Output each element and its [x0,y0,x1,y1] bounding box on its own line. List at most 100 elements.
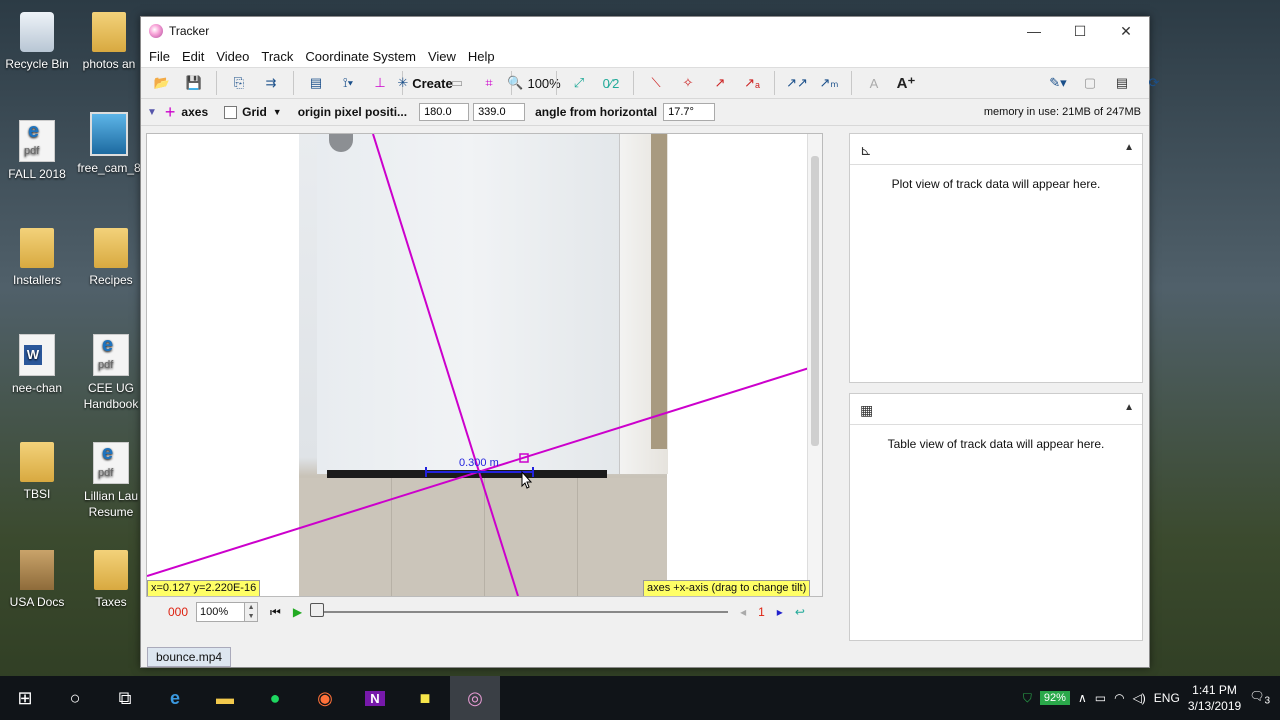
origin-x-field[interactable] [419,103,470,121]
task-view-icon[interactable]: ⧉ [100,676,150,720]
menu-view[interactable]: View [422,49,462,64]
desktop-icon-usa-docs[interactable]: USA Docs [2,550,72,610]
collapse-icon[interactable]: ▲ [1124,402,1134,413]
menu-video[interactable]: Video [210,49,255,64]
frame-counter[interactable]: 000 [168,605,188,619]
trace-icon[interactable]: ⤢ [564,71,594,95]
start-windows-icon[interactable]: ⊞ [0,676,50,720]
font-larger-icon[interactable]: A⁺ [891,71,921,95]
open-video-icon[interactable]: ⎘ [224,71,254,95]
language-indicator[interactable]: ENG [1154,691,1180,705]
box-icon [20,550,54,590]
vector-stretch-icon[interactable]: ↗ₘ [814,71,844,95]
velocity-icon[interactable]: ↗ [705,71,735,95]
video-scrollbar[interactable] [807,134,822,596]
axes-dropdown-icon[interactable]: ▼ [147,107,157,118]
chevron-up-icon[interactable]: ∧ [1078,691,1087,705]
menu-edit[interactable]: Edit [176,49,210,64]
axes-x-axis[interactable] [147,363,822,577]
rate-spinner[interactable]: ▲ ▼ [245,602,259,622]
menu-coordinate-system[interactable]: Coordinate System [299,49,422,64]
step-forward-button[interactable]: ▸ [777,605,783,619]
coords-readout: x=0.127 y=2.220E-16 [147,580,261,596]
frame-slider[interactable] [310,603,729,621]
grid-checkbox[interactable] [224,105,238,119]
onenote-icon[interactable]: N [350,676,400,720]
origin-y-field[interactable] [473,103,526,121]
reset-button[interactable]: ⏮ [270,605,281,620]
font-smaller-icon[interactable]: A [859,71,889,95]
refresh-icon[interactable]: ⟳ [1139,71,1169,95]
open-icon[interactable]: 📂 [147,71,177,95]
scroll-thumb[interactable] [811,156,819,446]
autotracker-icon[interactable]: ⌗ [474,71,504,95]
export-icon[interactable]: ⇉ [256,71,286,95]
angle-field[interactable] [663,103,716,121]
menu-help[interactable]: Help [462,49,501,64]
search-icon[interactable]: ○ [50,676,100,720]
tracker-taskbar-icon[interactable]: ◎ [450,676,500,720]
desktop-icon-nee-chan[interactable]: W nee-chan [2,334,72,396]
axes-y-axis[interactable] [372,134,519,596]
drawing-pen-icon[interactable]: ✎▾ [1043,71,1073,95]
desktop-icon-label: TBSI [23,487,51,501]
video-file-tab[interactable]: bounce.mp4 [147,647,232,667]
grid-dropdown-icon[interactable]: ▼ [273,107,282,117]
desktop-icon-taxes[interactable]: Taxes [76,550,146,610]
axes-tool-icon[interactable]: ⊥ [365,71,395,95]
desktop-icon-resume[interactable]: e pdf Lillian Lau Resume [76,442,146,520]
menu-file[interactable]: File [143,49,176,64]
file-explorer-icon[interactable]: ▬ [200,676,250,720]
desktop-icon-recycle-bin[interactable]: Recycle Bin [2,12,72,72]
play-button[interactable]: ▶ [293,605,302,619]
track-control-icon[interactable]: ▭ [442,71,472,95]
slider-knob[interactable] [310,603,325,617]
firefox-icon[interactable]: ◉ [300,676,350,720]
desktop-icon-label: nee-chan [11,381,63,395]
wifi-icon[interactable]: ◠ [1114,691,1124,705]
path-icon[interactable]: ⟍ [641,71,671,95]
collapse-icon[interactable]: ▲ [1124,142,1134,153]
desktop-icon-cee-handbook[interactable]: e pdf CEE UG Handbook [76,334,146,412]
shield-icon[interactable]: ⛉ [1023,691,1032,706]
notes-icon[interactable]: ▢ [1075,71,1105,95]
loop-icon[interactable]: ↩ [795,605,805,619]
desktop-icon-recipes[interactable]: Recipes [76,228,146,288]
save-icon[interactable]: 💾 [179,71,209,95]
toolbar-divider [293,71,294,95]
step-back-button[interactable]: ◂ [740,605,746,619]
calibration-tool-icon[interactable]: ⟟▾ [333,71,363,95]
clip-settings-icon[interactable]: ▤ [301,71,331,95]
spotify-icon[interactable]: ● [250,676,300,720]
plot-panel-header[interactable]: ⊾ ▲ [850,134,1142,165]
battery-icon[interactable]: ▭ [1095,691,1106,705]
battery-indicator[interactable]: 92% [1039,691,1070,705]
notification-icon[interactable]: 🗨3 [1249,689,1270,706]
step-size[interactable]: 1 [758,605,765,619]
desktop-icon-photos[interactable]: photos an [74,12,144,72]
minimize-button[interactable]: — [1011,17,1057,45]
desktop-icon-tbsi[interactable]: TBSI [2,442,72,502]
menu-list-icon[interactable]: ▤ [1107,71,1137,95]
desktop-icon-installers[interactable]: Installers [2,228,72,288]
clock[interactable]: 1:41 PM 3/13/2019 [1188,682,1241,714]
position-label-icon[interactable]: 0⁄2 [596,71,626,95]
table-panel-header[interactable]: ▦ ▲ [850,394,1142,425]
acceleration-icon[interactable]: ↗ₐ [737,71,767,95]
zoom-icon[interactable]: 🔍 100% [507,71,560,95]
edge-icon[interactable]: e [150,676,200,720]
volume-icon[interactable]: ◁) [1133,691,1146,705]
maximize-button[interactable]: ☐ [1057,17,1103,45]
clock-time: 1:41 PM [1192,683,1237,697]
desktop-icon-free-cam[interactable]: free_cam_8 [74,112,144,176]
sticky-notes-icon[interactable]: ■ [400,676,450,720]
create-button[interactable]: ✳Create [397,71,452,95]
desktop-icon-fall-2018[interactable]: e pdf FALL 2018 [2,120,72,182]
close-button[interactable]: ✕ [1103,17,1149,45]
title-bar[interactable]: Tracker — ☐ ✕ [141,17,1149,45]
mark-icon[interactable]: ✧ [673,71,703,95]
video-panel[interactable]: 0.300 m x=0.127 y=2.220E-16 axes +x-axis… [146,133,823,597]
menu-track[interactable]: Track [255,49,299,64]
rate-field[interactable]: 100% [196,602,246,622]
vector-sum-icon[interactable]: ↗↗ [782,71,812,95]
